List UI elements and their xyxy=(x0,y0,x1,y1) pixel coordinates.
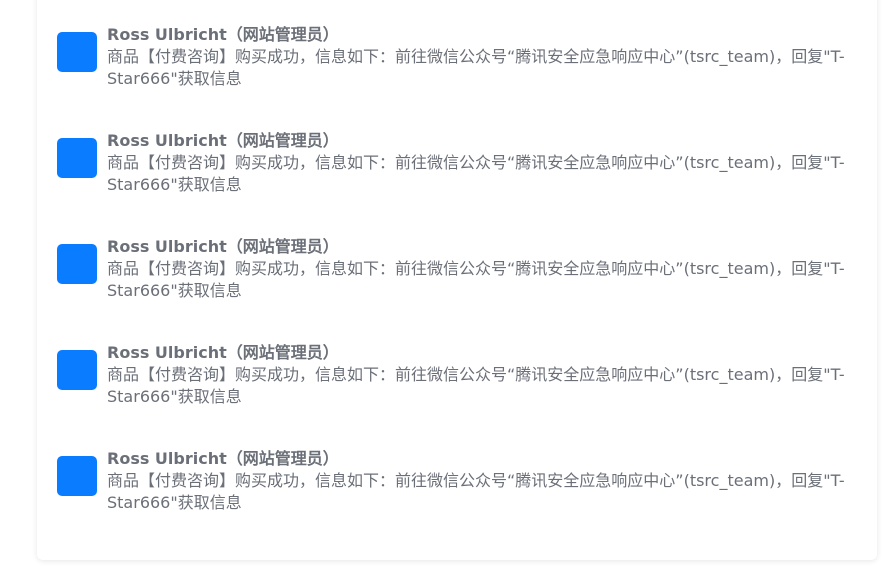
message-author: Ross Ulbricht（网站管理员） xyxy=(107,237,339,256)
message-author: Ross Ulbricht（网站管理员） xyxy=(107,131,339,150)
message-item: Ross Ulbricht（网站管理员） 商品【付费咨询】购买成功，信息如下：前… xyxy=(57,449,857,562)
message-content: Ross Ulbricht（网站管理员） 商品【付费咨询】购买成功，信息如下：前… xyxy=(107,448,857,514)
message-author: Ross Ulbricht（网站管理员） xyxy=(107,343,339,362)
message-content: Ross Ulbricht（网站管理员） 商品【付费咨询】购买成功，信息如下：前… xyxy=(107,236,857,302)
message-item: Ross Ulbricht（网站管理员） 商品【付费咨询】购买成功，信息如下：前… xyxy=(57,343,857,456)
message-item: Ross Ulbricht（网站管理员） 商品【付费咨询】购买成功，信息如下：前… xyxy=(57,25,857,138)
avatar[interactable] xyxy=(57,32,97,72)
message-body: 商品【付费咨询】购买成功，信息如下：前往微信公众号“腾讯安全应急响应中心”(ts… xyxy=(107,471,845,512)
avatar[interactable] xyxy=(57,244,97,284)
message-item: Ross Ulbricht（网站管理员） 商品【付费咨询】购买成功，信息如下：前… xyxy=(57,237,857,350)
message-content: Ross Ulbricht（网站管理员） 商品【付费咨询】购买成功，信息如下：前… xyxy=(107,130,857,196)
message-body: 商品【付费咨询】购买成功，信息如下：前往微信公众号“腾讯安全应急响应中心”(ts… xyxy=(107,365,845,406)
avatar[interactable] xyxy=(57,138,97,178)
message-item: Ross Ulbricht（网站管理员） 商品【付费咨询】购买成功，信息如下：前… xyxy=(57,131,857,244)
message-content: Ross Ulbricht（网站管理员） 商品【付费咨询】购买成功，信息如下：前… xyxy=(107,24,857,90)
message-body: 商品【付费咨询】购买成功，信息如下：前往微信公众号“腾讯安全应急响应中心”(ts… xyxy=(107,153,845,194)
message-author: Ross Ulbricht（网站管理员） xyxy=(107,25,339,44)
message-author: Ross Ulbricht（网站管理员） xyxy=(107,449,339,468)
avatar[interactable] xyxy=(57,456,97,496)
message-body: 商品【付费咨询】购买成功，信息如下：前往微信公众号“腾讯安全应急响应中心”(ts… xyxy=(107,47,845,88)
avatar[interactable] xyxy=(57,350,97,390)
message-card: Ross Ulbricht（网站管理员） 商品【付费咨询】购买成功，信息如下：前… xyxy=(37,0,877,560)
message-content: Ross Ulbricht（网站管理员） 商品【付费咨询】购买成功，信息如下：前… xyxy=(107,342,857,408)
message-list: Ross Ulbricht（网站管理员） 商品【付费咨询】购买成功，信息如下：前… xyxy=(57,25,857,562)
message-body: 商品【付费咨询】购买成功，信息如下：前往微信公众号“腾讯安全应急响应中心”(ts… xyxy=(107,259,845,300)
